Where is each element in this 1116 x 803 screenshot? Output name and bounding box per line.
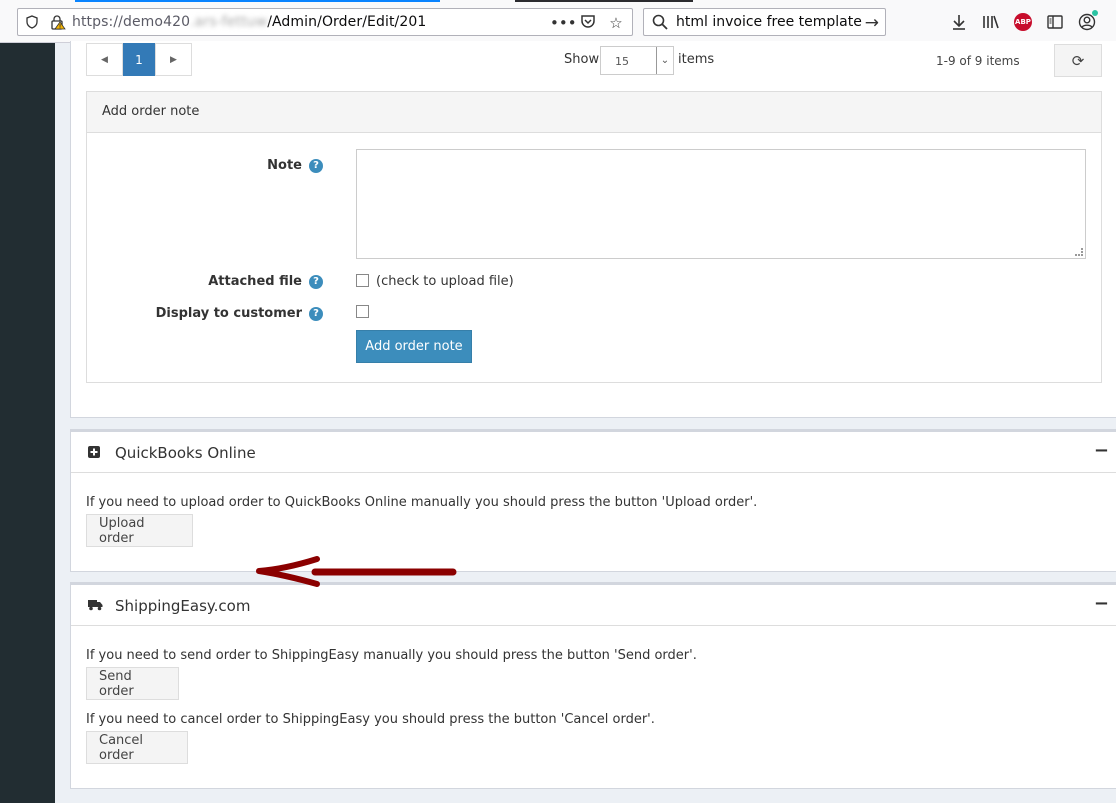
attached-file-hint: (check to upload file) bbox=[376, 274, 514, 289]
admin-sidebar bbox=[0, 43, 55, 803]
collapse-minus-icon[interactable]: − bbox=[1094, 593, 1109, 614]
display-to-customer-label: Display to customer ? bbox=[156, 306, 323, 321]
add-order-note-button[interactable]: Add order note bbox=[356, 330, 472, 363]
quickbooks-description: If you need to upload order to QuickBook… bbox=[86, 495, 758, 510]
search-query: html invoice free template bbox=[676, 14, 862, 30]
adblock-plus-icon[interactable]: ABP bbox=[1012, 11, 1034, 33]
quickbooks-header[interactable]: QuickBooks Online − bbox=[71, 432, 1116, 473]
quickbooks-panel: QuickBooks Online − If you need to uploa… bbox=[70, 429, 1116, 572]
shield-icon[interactable] bbox=[26, 15, 38, 29]
search-icon bbox=[652, 14, 668, 30]
quickbooks-title: QuickBooks Online bbox=[115, 444, 256, 462]
reader-view-icon[interactable] bbox=[1044, 11, 1066, 33]
main-content: ◀ 1 ▶ Show 15 ⌄ items 1-9 of 9 items ⟳ A… bbox=[55, 41, 1116, 803]
prev-page-button[interactable]: ◀ bbox=[86, 43, 123, 76]
display-to-customer-checkbox[interactable] bbox=[356, 305, 369, 318]
page-1-button[interactable]: 1 bbox=[123, 43, 155, 76]
plus-square-icon bbox=[88, 446, 100, 461]
note-label: Note ? bbox=[267, 158, 323, 173]
cancel-order-button[interactable]: Cancel order bbox=[86, 731, 188, 764]
tab-indicator bbox=[515, 0, 693, 2]
library-icon[interactable] bbox=[980, 11, 1002, 33]
resize-grip-icon[interactable] bbox=[1075, 248, 1083, 256]
refresh-icon: ⟳ bbox=[1071, 51, 1085, 70]
pager-range-text: 1-9 of 9 items bbox=[936, 54, 1020, 68]
next-page-button[interactable]: ▶ bbox=[155, 43, 192, 76]
send-order-button[interactable]: Send order bbox=[86, 667, 179, 700]
account-icon[interactable] bbox=[1076, 10, 1098, 33]
active-tab-indicator bbox=[75, 0, 440, 2]
downloads-icon[interactable] bbox=[948, 11, 970, 33]
help-icon[interactable]: ? bbox=[309, 158, 323, 173]
search-go-arrow-icon[interactable]: → bbox=[865, 13, 879, 33]
upload-order-button[interactable]: Upload order bbox=[86, 514, 193, 547]
collapse-minus-icon[interactable]: − bbox=[1094, 440, 1109, 461]
note-textarea[interactable] bbox=[356, 149, 1086, 259]
attached-file-label: Attached file ? bbox=[208, 274, 323, 289]
bookmark-star-icon[interactable]: ☆ bbox=[606, 14, 626, 32]
browser-toolbar: https://demo420.ars-fettuw/Admin/Order/E… bbox=[0, 0, 1116, 43]
pagination: ◀ 1 ▶ bbox=[86, 43, 192, 76]
annotation-arrow-icon bbox=[256, 556, 457, 587]
cancel-order-description: If you need to cancel order to ShippingE… bbox=[86, 712, 655, 727]
attached-file-checkbox[interactable] bbox=[356, 274, 369, 287]
page-size-value: 15 bbox=[615, 55, 629, 68]
pocket-icon[interactable] bbox=[578, 13, 598, 33]
order-notes-panel: ◀ 1 ▶ Show 15 ⌄ items 1-9 of 9 items ⟳ A… bbox=[70, 41, 1116, 418]
send-order-description: If you need to send order to ShippingEas… bbox=[86, 648, 697, 663]
help-icon[interactable]: ? bbox=[309, 274, 323, 289]
chevron-down-icon[interactable]: ⌄ bbox=[656, 47, 673, 74]
help-icon[interactable]: ? bbox=[309, 306, 323, 321]
add-order-note-card: Add order note Note ? Attached file ? (c… bbox=[86, 91, 1102, 383]
items-label: items bbox=[678, 52, 715, 67]
shippingeasy-header[interactable]: ShippingEasy.com − bbox=[71, 585, 1116, 626]
search-bar[interactable]: html invoice free template → bbox=[643, 8, 886, 36]
add-order-note-header: Add order note bbox=[87, 92, 1101, 133]
truck-icon bbox=[88, 599, 103, 614]
refresh-button[interactable]: ⟳ bbox=[1054, 44, 1102, 77]
show-label: Show bbox=[564, 52, 600, 67]
url-text: https://demo420.ars-fettuw/Admin/Order/E… bbox=[72, 14, 427, 30]
insecure-lock-icon[interactable] bbox=[50, 14, 66, 30]
shippingeasy-panel: ShippingEasy.com − If you need to send o… bbox=[70, 582, 1116, 789]
url-bar[interactable]: https://demo420.ars-fettuw/Admin/Order/E… bbox=[17, 8, 633, 36]
sync-status-dot bbox=[1092, 10, 1098, 16]
page-actions-icon[interactable]: ••• bbox=[550, 14, 577, 32]
shippingeasy-title: ShippingEasy.com bbox=[115, 597, 251, 615]
page-size-select[interactable]: 15 ⌄ bbox=[600, 46, 674, 75]
